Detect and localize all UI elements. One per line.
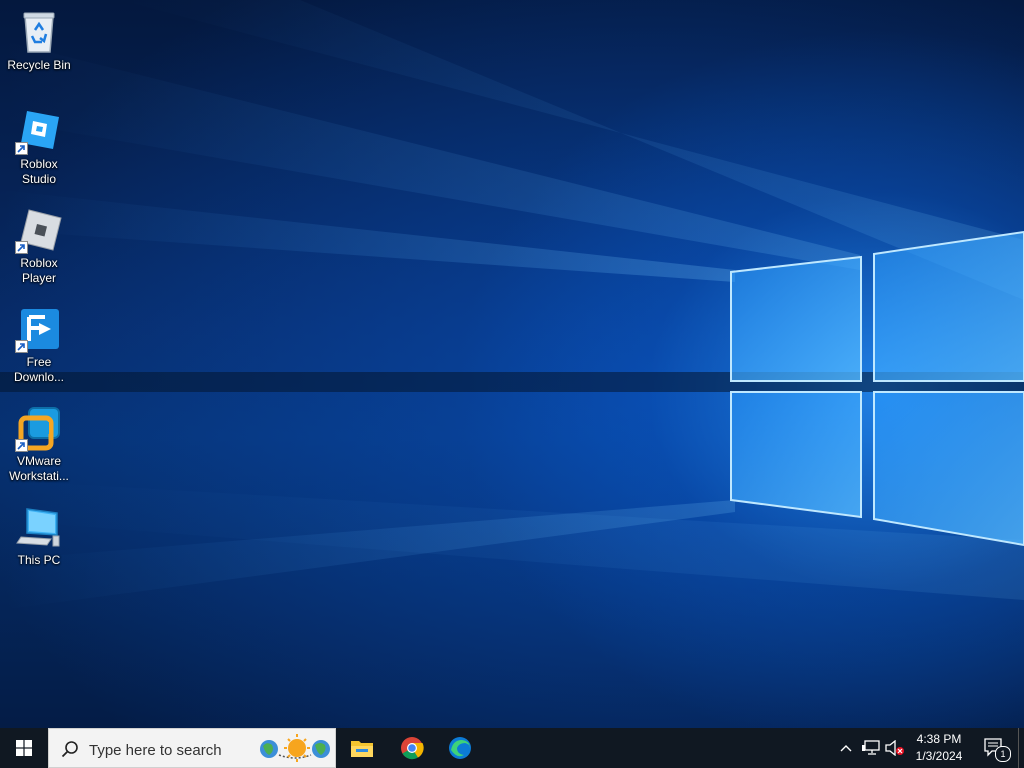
taskbar-search[interactable] xyxy=(48,728,336,768)
windows-wallpaper xyxy=(0,0,1024,610)
volume-muted-icon xyxy=(885,740,904,756)
windows-logo-icon xyxy=(16,740,32,756)
shortcut-arrow-icon xyxy=(15,340,28,353)
desktop-icon-vmware-workstation[interactable]: VMware Workstati... xyxy=(2,404,76,484)
desktop-icon-label: Recycle Bin xyxy=(7,58,71,72)
network-tray-button[interactable] xyxy=(860,728,882,768)
show-hidden-icons-button[interactable] xyxy=(836,728,856,768)
free-download-manager-icon xyxy=(15,305,63,353)
desktop[interactable]: Recycle Bin Roblox Studio Roblox Player xyxy=(0,0,1024,728)
desktop-icon-label: Roblox Player xyxy=(20,256,58,285)
shortcut-arrow-icon xyxy=(15,142,28,155)
clock-date: 1/3/2024 xyxy=(915,749,963,763)
desktop-icon-label: Roblox Studio xyxy=(20,157,58,186)
desktop-icon-label: Free Downlo... xyxy=(13,355,65,384)
edge-icon xyxy=(449,737,471,759)
show-desktop-button[interactable] xyxy=(1018,728,1024,768)
taskbar-clock[interactable]: 4:38 PM 1/3/2024 xyxy=(904,731,974,765)
search-highlight-icon xyxy=(260,734,330,762)
chevron-up-icon xyxy=(840,745,852,752)
file-explorer-icon xyxy=(351,741,373,757)
desktop-icon-label: VMware Workstati... xyxy=(9,454,69,483)
chrome-icon xyxy=(401,737,424,760)
taskbar-app-file-explorer[interactable] xyxy=(338,728,386,768)
search-icon xyxy=(61,741,78,758)
shortcut-arrow-icon xyxy=(15,439,28,452)
this-pc-icon xyxy=(15,503,63,551)
start-button[interactable] xyxy=(0,728,48,768)
desktop-icon-roblox-player[interactable]: Roblox Player xyxy=(2,206,76,286)
vmware-workstation-icon xyxy=(15,404,63,452)
recycle-bin-icon xyxy=(15,8,63,56)
roblox-studio-icon xyxy=(15,107,63,155)
desktop-icon-roblox-studio[interactable]: Roblox Studio xyxy=(2,107,76,187)
clock-time: 4:38 PM xyxy=(916,732,962,746)
volume-tray-button[interactable] xyxy=(884,728,906,768)
search-input[interactable] xyxy=(87,737,261,763)
action-center-button[interactable]: 1 xyxy=(978,728,1012,768)
taskbar: 4:38 PM 1/3/2024 1 xyxy=(0,728,1024,768)
desktop-icon-label: This PC xyxy=(17,553,61,567)
network-icon xyxy=(862,740,880,755)
taskbar-app-edge[interactable] xyxy=(436,728,484,768)
notification-count-badge: 1 xyxy=(995,746,1011,762)
desktop-icon-free-download-manager[interactable]: Free Downlo... xyxy=(2,305,76,385)
taskbar-app-chrome[interactable] xyxy=(388,728,436,768)
desktop-icon-this-pc[interactable]: This PC xyxy=(2,503,76,568)
desktop-icon-recycle-bin[interactable]: Recycle Bin xyxy=(2,8,76,73)
roblox-player-icon xyxy=(15,206,63,254)
shortcut-arrow-icon xyxy=(15,241,28,254)
